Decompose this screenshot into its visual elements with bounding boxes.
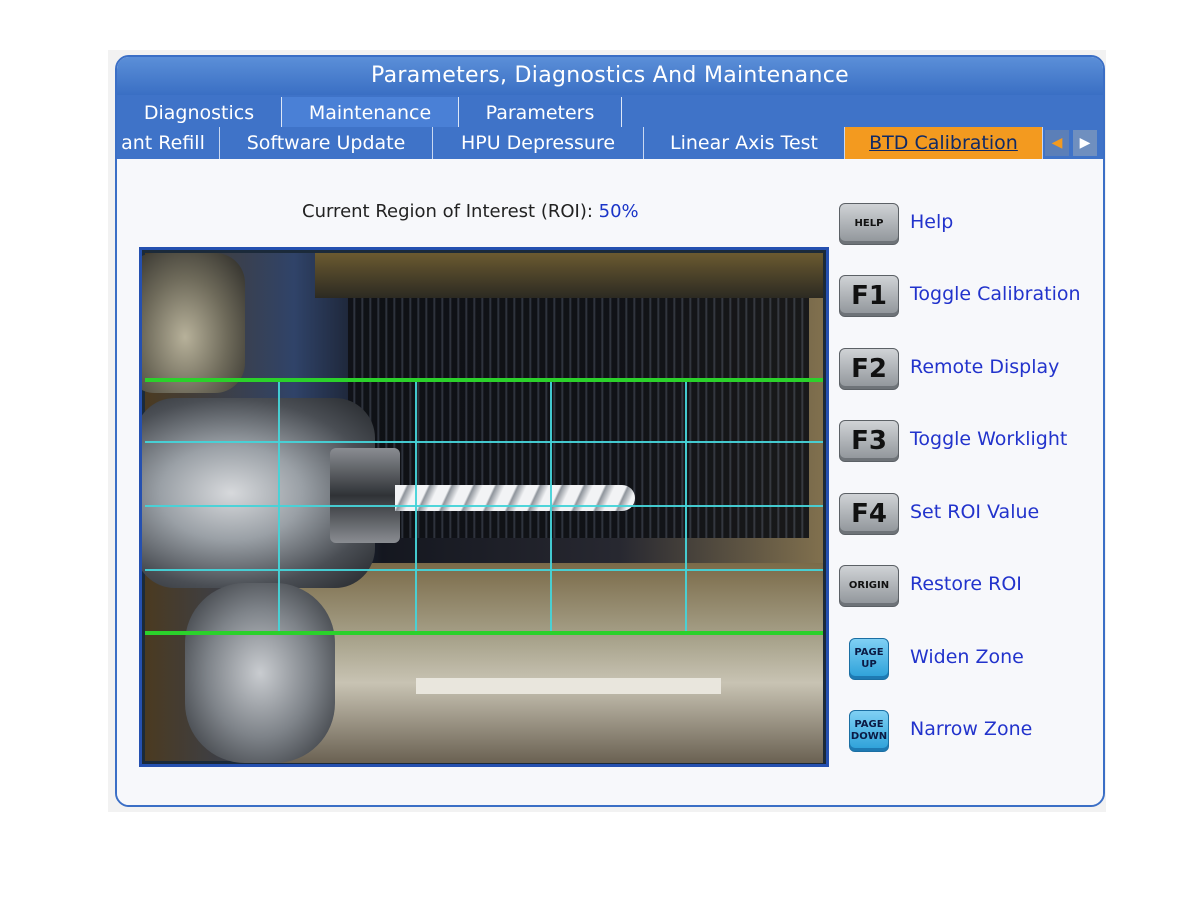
help-label[interactable]: Help [910, 211, 953, 233]
f3-key-row[interactable]: F3 Toggle Worklight [839, 420, 1099, 466]
page-down-key-line2: DOWN [850, 731, 888, 742]
roi-grid-line [145, 505, 823, 507]
tab-coolant-refill[interactable]: ant Refill [117, 127, 220, 159]
scroll-right-icon[interactable]: ▶ [1073, 130, 1097, 156]
camera-feed-image [142, 253, 823, 763]
roi-zone-bottom-line[interactable] [145, 631, 823, 635]
roi-label: Current Region of Interest (ROI): [302, 201, 593, 222]
page-up-key-row[interactable]: PAGE UP Widen Zone [839, 638, 1099, 684]
primary-tab-bar: Diagnostics Maintenance Parameters [117, 95, 1103, 128]
f2-key-icon[interactable]: F2 [839, 348, 899, 390]
tab-btd-calibration[interactable]: BTD Calibration [845, 127, 1043, 159]
roi-grid-line [145, 441, 823, 443]
camera-feed-floor [267, 563, 823, 763]
restore-roi-label[interactable]: Restore ROI [910, 573, 1022, 595]
set-roi-value-label[interactable]: Set ROI Value [910, 501, 1039, 523]
btd-calibration-content: Current Region of Interest (ROI): 50% HE… [117, 159, 1103, 805]
roi-grid-line [550, 378, 552, 631]
tab-linear-axis-test[interactable]: Linear Axis Test [644, 127, 845, 159]
f2-key-row[interactable]: F2 Remote Display [839, 348, 1099, 394]
f1-key-icon[interactable]: F1 [839, 275, 899, 317]
tab-software-update[interactable]: Software Update [220, 127, 433, 159]
help-key-row[interactable]: HELP Help [839, 203, 1099, 249]
camera-feed-drill [395, 485, 635, 511]
f3-key-icon[interactable]: F3 [839, 420, 899, 462]
toggle-worklight-label[interactable]: Toggle Worklight [910, 428, 1067, 450]
camera-feed-chuck-bottom [185, 583, 335, 763]
page-up-key-line1: PAGE [854, 647, 884, 658]
tab-parameters[interactable]: Parameters [459, 97, 622, 127]
camera-feed-chuck-top [142, 253, 245, 393]
tab-diagnostics[interactable]: Diagnostics [117, 97, 282, 127]
camera-feed-top [314, 253, 823, 298]
scroll-left-icon[interactable]: ◀ [1045, 130, 1069, 156]
camera-view [139, 247, 829, 767]
camera-feed-tool-holder [330, 448, 400, 543]
roi-grid-line [145, 569, 823, 571]
page-down-key-line1: PAGE [854, 719, 884, 730]
roi-grid-line [415, 378, 417, 631]
help-key-icon[interactable]: HELP [839, 203, 899, 245]
toggle-calibration-label[interactable]: Toggle Calibration [910, 283, 1081, 305]
roi-grid-line [278, 378, 280, 631]
origin-key-row[interactable]: ORIGIN Restore ROI [839, 565, 1099, 611]
roi-grid-line [685, 378, 687, 631]
window-title: Parameters, Diagnostics And Maintenance [117, 57, 1103, 95]
secondary-tab-bar: ant Refill Software Update HPU Depressur… [117, 127, 1103, 159]
f4-key-icon[interactable]: F4 [839, 493, 899, 535]
pdm-panel: Parameters, Diagnostics And Maintenance … [115, 55, 1105, 807]
page-down-key-icon[interactable]: PAGE DOWN [849, 710, 889, 752]
roi-readout: Current Region of Interest (ROI): 50% [302, 201, 639, 222]
widen-zone-label[interactable]: Widen Zone [910, 646, 1024, 668]
origin-key-icon[interactable]: ORIGIN [839, 565, 899, 607]
page-up-key-icon[interactable]: PAGE UP [849, 638, 889, 680]
f4-key-row[interactable]: F4 Set ROI Value [839, 493, 1099, 539]
tab-hpu-depressure[interactable]: HPU Depressure [433, 127, 644, 159]
roi-zone-top-line[interactable] [145, 378, 823, 382]
page-down-key-row[interactable]: PAGE DOWN Narrow Zone [839, 710, 1099, 756]
remote-display-label[interactable]: Remote Display [910, 356, 1059, 378]
page-up-key-line2: UP [861, 659, 877, 670]
narrow-zone-label[interactable]: Narrow Zone [910, 718, 1032, 740]
roi-value: 50% [598, 201, 639, 222]
tab-maintenance[interactable]: Maintenance [282, 97, 459, 127]
f1-key-row[interactable]: F1 Toggle Calibration [839, 275, 1099, 321]
camera-feed-strip [416, 678, 722, 694]
